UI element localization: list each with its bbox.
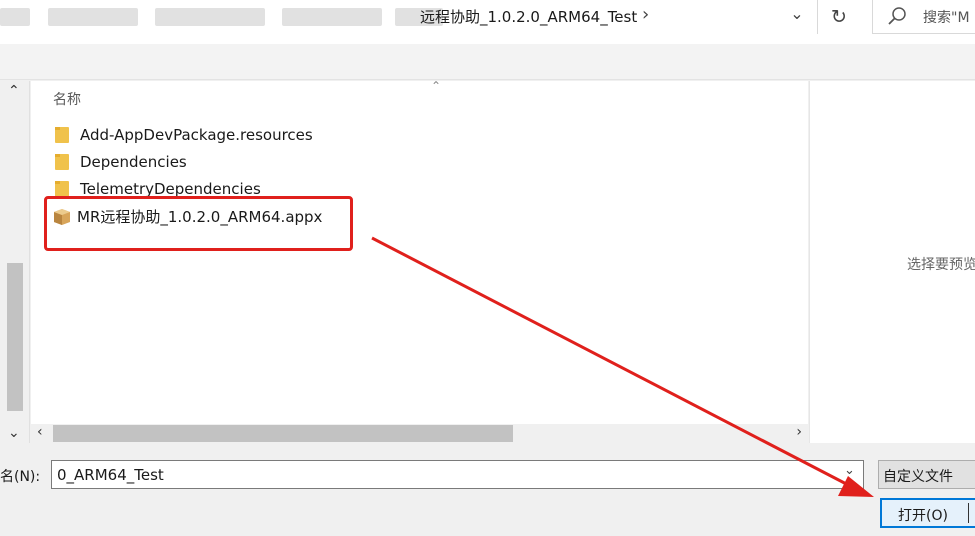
open-button[interactable]: 打开(O) [880, 498, 975, 528]
scroll-left-icon[interactable]: ‹ [37, 424, 43, 440]
blurred-path-segment [282, 8, 382, 26]
scroll-up-icon[interactable]: ⌃ [8, 83, 20, 99]
scroll-thumb[interactable] [7, 263, 23, 411]
search-placeholder: 搜索"M [923, 10, 970, 26]
filename-label: 名(N): [0, 469, 41, 485]
filename-field[interactable] [51, 460, 864, 489]
file-name: Dependencies [80, 153, 187, 171]
search-icon [887, 5, 909, 27]
search-input[interactable]: 搜索"M [872, 0, 975, 34]
address-path-text[interactable]: 远程协助_1.0.2.0_ARM64_Test [420, 6, 637, 27]
horizontal-scrollbar[interactable]: ‹ › [31, 424, 808, 443]
toolbar [0, 44, 975, 80]
chevron-down-icon[interactable]: ⌄ [844, 463, 855, 478]
folder-icon [55, 126, 69, 144]
nav-pane-scrollbar[interactable]: ⌃ ⌄ [0, 81, 30, 443]
blurred-path-segment [155, 8, 265, 26]
scroll-right-icon[interactable]: › [796, 424, 802, 440]
blurred-path-segment [48, 8, 138, 26]
preview-placeholder: 选择要预览 [907, 257, 975, 273]
blurred-path-segment [0, 8, 30, 26]
filetype-select[interactable]: 自定义文件 [878, 460, 975, 489]
refresh-icon[interactable]: ↻ [824, 2, 854, 32]
folder-icon [55, 153, 69, 171]
scroll-down-icon[interactable]: ⌄ [8, 425, 20, 441]
list-item[interactable]: Dependencies [55, 149, 187, 175]
address-bar[interactable]: 远程协助_1.0.2.0_ARM64_Test › ⌄ ↻ 搜索"M [0, 0, 975, 44]
scroll-thumb[interactable] [53, 425, 513, 442]
divider [817, 0, 818, 34]
column-header-name[interactable]: 名称 [53, 89, 81, 109]
filetype-value: 自定义文件 [883, 469, 953, 485]
annotation-highlight-box [44, 196, 353, 251]
open-button-label: 打开(O) [898, 508, 948, 524]
list-item[interactable]: Add-AppDevPackage.resources [55, 122, 313, 148]
file-name: Add-AppDevPackage.resources [80, 126, 313, 144]
sort-ascending-icon: ⌃ [431, 79, 442, 93]
file-list[interactable]: ⌃ 名称 Add-AppDevPackage.resources Depende… [31, 79, 808, 424]
preview-pane: 选择要预览 [809, 81, 975, 443]
dialog-footer: 名(N): ⌄ 自定义文件 打开(O) [0, 443, 975, 536]
chevron-down-icon[interactable]: ⌄ [786, 4, 808, 28]
split-divider [968, 503, 969, 523]
chevron-right-icon[interactable]: › [642, 4, 649, 25]
